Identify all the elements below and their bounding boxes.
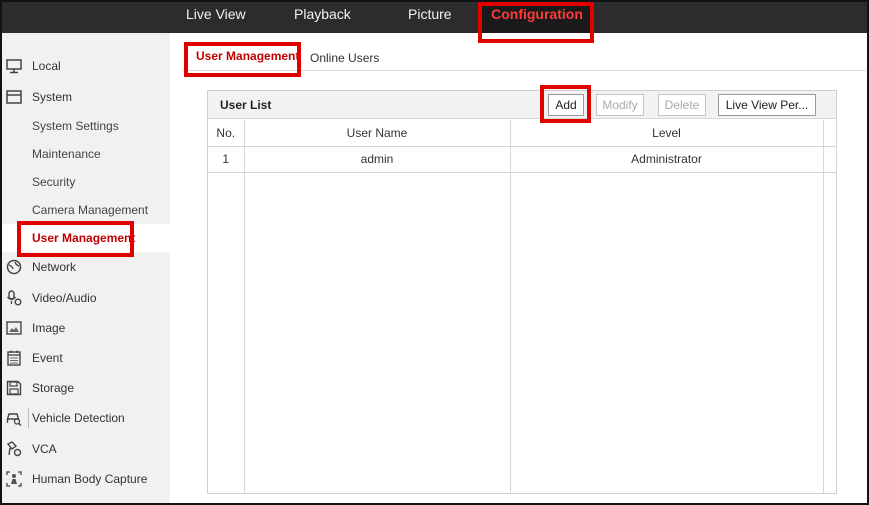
sidebar-item-maintenance[interactable]: Maintenance [2,140,170,168]
sidebar-item-vca[interactable]: VCA [2,435,170,463]
user-list-title: User List [220,98,272,112]
sidebar-item-label: Local [32,59,61,73]
sidebar-item-event[interactable]: Event [2,344,170,372]
sidebar: Local System System Settings Maintenance… [2,33,170,503]
microphone-icon [6,290,22,306]
vca-analytics-icon [6,441,22,457]
monitor-icon [6,59,22,74]
vehicle-search-icon [6,413,22,426]
floppy-disk-icon [6,380,22,396]
user-table: No. User Name Level 1 admin Administrato… [208,120,837,173]
live-view-permission-button[interactable]: Live View Per... [718,94,816,116]
sidebar-item-label: Image [32,321,66,335]
tab-user-management[interactable]: User Management [196,49,299,63]
sidebar-item-label: User Management [32,231,136,245]
add-button[interactable]: Add [548,94,584,116]
column-header-no: No. [208,120,245,147]
sidebar-item-system-settings[interactable]: System Settings [2,112,170,140]
sidebar-item-video-audio[interactable]: Video/Audio [2,284,170,312]
nav-playback[interactable]: Playback [294,0,351,33]
human-body-icon [6,471,22,487]
sidebar-item-vehicle-detection[interactable]: Vehicle Detection [2,404,170,432]
cell-level: Administrator [510,146,824,173]
tab-online-users[interactable]: Online Users [310,51,379,65]
column-header-level: Level [510,120,824,147]
sidebar-item-user-management[interactable]: User Management [2,224,170,252]
sidebar-item-camera-management[interactable]: Camera Management [2,196,170,224]
sidebar-item-label: System Settings [32,119,119,133]
cell-user-name: admin [244,146,511,173]
sidebar-item-label: VCA [32,442,57,456]
calendar-icon [7,350,21,366]
sidebar-item-label: Camera Management [32,203,149,217]
top-navigation-bar: Live View Playback Picture Configuration [0,0,869,33]
cell-no: 1 [208,146,245,173]
column-divider [510,120,511,494]
tab-underline [182,70,866,71]
sidebar-item-network[interactable]: Network [2,253,170,281]
sidebar-item-security[interactable]: Security [2,168,170,196]
sidebar-item-label: Storage [32,381,75,395]
column-divider [823,120,824,494]
column-divider [244,120,245,494]
cell-spacer [823,146,837,173]
system-icon [6,90,22,104]
nav-picture[interactable]: Picture [408,0,452,33]
delete-button[interactable]: Delete [658,94,706,116]
table-header-row: No. User Name Level [208,120,837,147]
sidebar-item-label: Video/Audio [32,291,97,305]
sidebar-item-label: Vehicle Detection [32,411,125,425]
column-header-spacer [823,120,837,147]
nav-live-view[interactable]: Live View [186,0,246,33]
nav-configuration[interactable]: Configuration [480,0,594,33]
sidebar-item-system[interactable]: System [2,83,170,111]
sidebar-item-label: Event [32,351,63,365]
table-row[interactable]: 1 admin Administrator [208,146,837,173]
divider [28,408,29,428]
network-globe-icon [6,259,22,275]
sidebar-item-image[interactable]: Image [2,314,170,342]
sidebar-item-human-body-capture[interactable]: Human Body Capture [2,465,170,493]
sidebar-item-local[interactable]: Local [2,52,170,80]
sidebar-item-label: Security [32,175,76,189]
user-list-panel: User List Add Modify Delete Live View Pe… [207,90,837,494]
column-header-user-name: User Name [244,120,511,147]
sidebar-item-storage[interactable]: Storage [2,374,170,402]
image-icon [6,321,22,335]
sidebar-item-label: Maintenance [32,147,101,161]
user-list-header: User List Add Modify Delete Live View Pe… [208,91,836,119]
sidebar-item-label: System [32,90,73,104]
modify-button[interactable]: Modify [596,94,644,116]
sidebar-item-label: Network [32,260,77,274]
sidebar-item-label: Human Body Capture [32,472,148,486]
